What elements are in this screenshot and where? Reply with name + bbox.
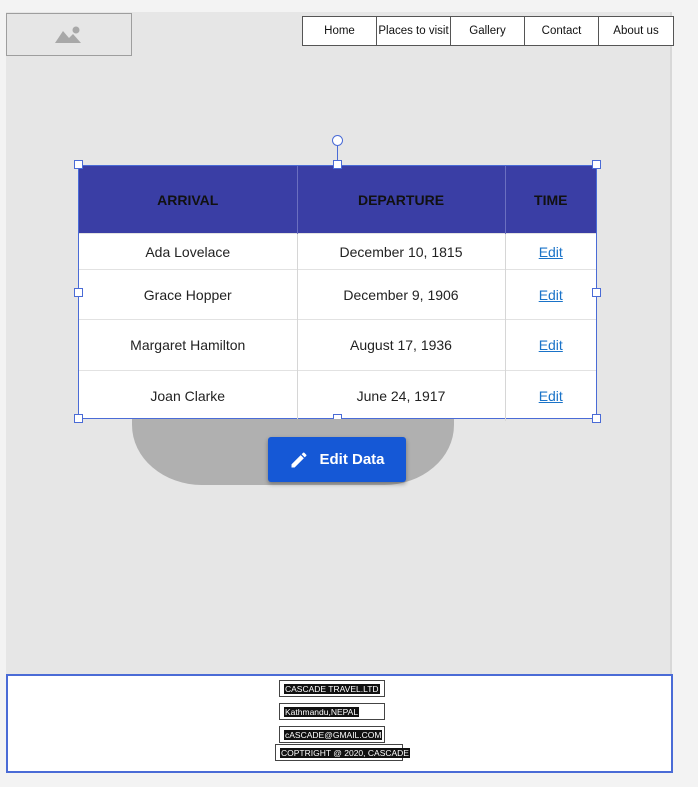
pencil-icon: [291, 451, 307, 467]
nav-places[interactable]: Places to visit: [377, 17, 451, 45]
resize-handle-n[interactable]: [333, 160, 342, 169]
image-placeholder-icon: [55, 26, 81, 43]
edit-data-button[interactable]: Edit Data: [268, 437, 406, 482]
resize-handle-se[interactable]: [592, 414, 601, 423]
table-row: Grace Hopper December 9, 1906 Edit: [79, 269, 596, 320]
footer: CASCADE TRAVEL.LTD Kathmandu,NEPAL cASCA…: [6, 674, 673, 773]
nav-home[interactable]: Home: [303, 17, 377, 45]
cell-time: Edit: [505, 269, 596, 320]
cell-arrival: Joan Clarke: [79, 370, 298, 421]
resize-handle-nw[interactable]: [74, 160, 83, 169]
nav-about[interactable]: About us: [599, 17, 673, 45]
footer-location-text: Kathmandu,NEPAL: [284, 706, 360, 717]
header-arrival: ARRIVAL: [79, 166, 298, 234]
cell-arrival: Grace Hopper: [79, 269, 298, 320]
footer-copyright-text: COPTRIGHT @ 2020, CASCADE: [280, 747, 410, 758]
table-header-row: ARRIVAL DEPARTURE TIME: [79, 166, 596, 234]
resize-handle-sw[interactable]: [74, 414, 83, 423]
cell-departure: June 24, 1917: [297, 370, 506, 421]
data-table-container[interactable]: ARRIVAL DEPARTURE TIME Ada Lovelace Dece…: [78, 165, 597, 421]
cell-arrival: Ada Lovelace: [79, 233, 298, 270]
nav-contact[interactable]: Contact: [525, 17, 599, 45]
header-time: TIME: [505, 166, 596, 234]
resize-handle-w[interactable]: [74, 288, 83, 297]
cell-time: Edit: [505, 370, 596, 421]
header-departure: DEPARTURE: [297, 166, 506, 234]
cell-time: Edit: [505, 319, 596, 371]
resize-handle-e[interactable]: [592, 288, 601, 297]
table-row: Ada Lovelace December 10, 1815 Edit: [79, 233, 596, 270]
nav-gallery[interactable]: Gallery: [451, 17, 525, 45]
resize-handle-ne[interactable]: [592, 160, 601, 169]
edit-link[interactable]: Edit: [539, 287, 563, 303]
edit-link[interactable]: Edit: [539, 244, 563, 260]
rotation-handle[interactable]: [332, 135, 343, 146]
cell-arrival: Margaret Hamilton: [79, 319, 298, 371]
footer-company: CASCADE TRAVEL.LTD: [279, 680, 385, 697]
data-table: ARRIVAL DEPARTURE TIME Ada Lovelace Dece…: [79, 166, 596, 421]
cell-time: Edit: [505, 233, 596, 270]
top-nav: Home Places to visit Gallery Contact Abo…: [302, 16, 674, 46]
footer-company-text: CASCADE TRAVEL.LTD: [284, 683, 380, 694]
cell-departure: December 9, 1906: [297, 269, 506, 320]
footer-copyright: COPTRIGHT @ 2020, CASCADE: [275, 744, 410, 761]
table-row: Margaret Hamilton August 17, 1936 Edit: [79, 319, 596, 371]
footer-email-text: cASCADE@GMAIL.COM: [284, 729, 383, 740]
cell-departure: August 17, 1936: [297, 319, 506, 371]
logo-placeholder[interactable]: [6, 13, 132, 56]
footer-email: cASCADE@GMAIL.COM: [279, 726, 385, 743]
footer-location: Kathmandu,NEPAL: [279, 703, 385, 720]
edit-data-label: Edit Data: [319, 451, 385, 468]
edit-link[interactable]: Edit: [539, 388, 563, 404]
edit-link[interactable]: Edit: [539, 337, 563, 353]
cell-departure: December 10, 1815: [297, 233, 506, 270]
table-row: Joan Clarke June 24, 1917 Edit: [79, 370, 596, 421]
